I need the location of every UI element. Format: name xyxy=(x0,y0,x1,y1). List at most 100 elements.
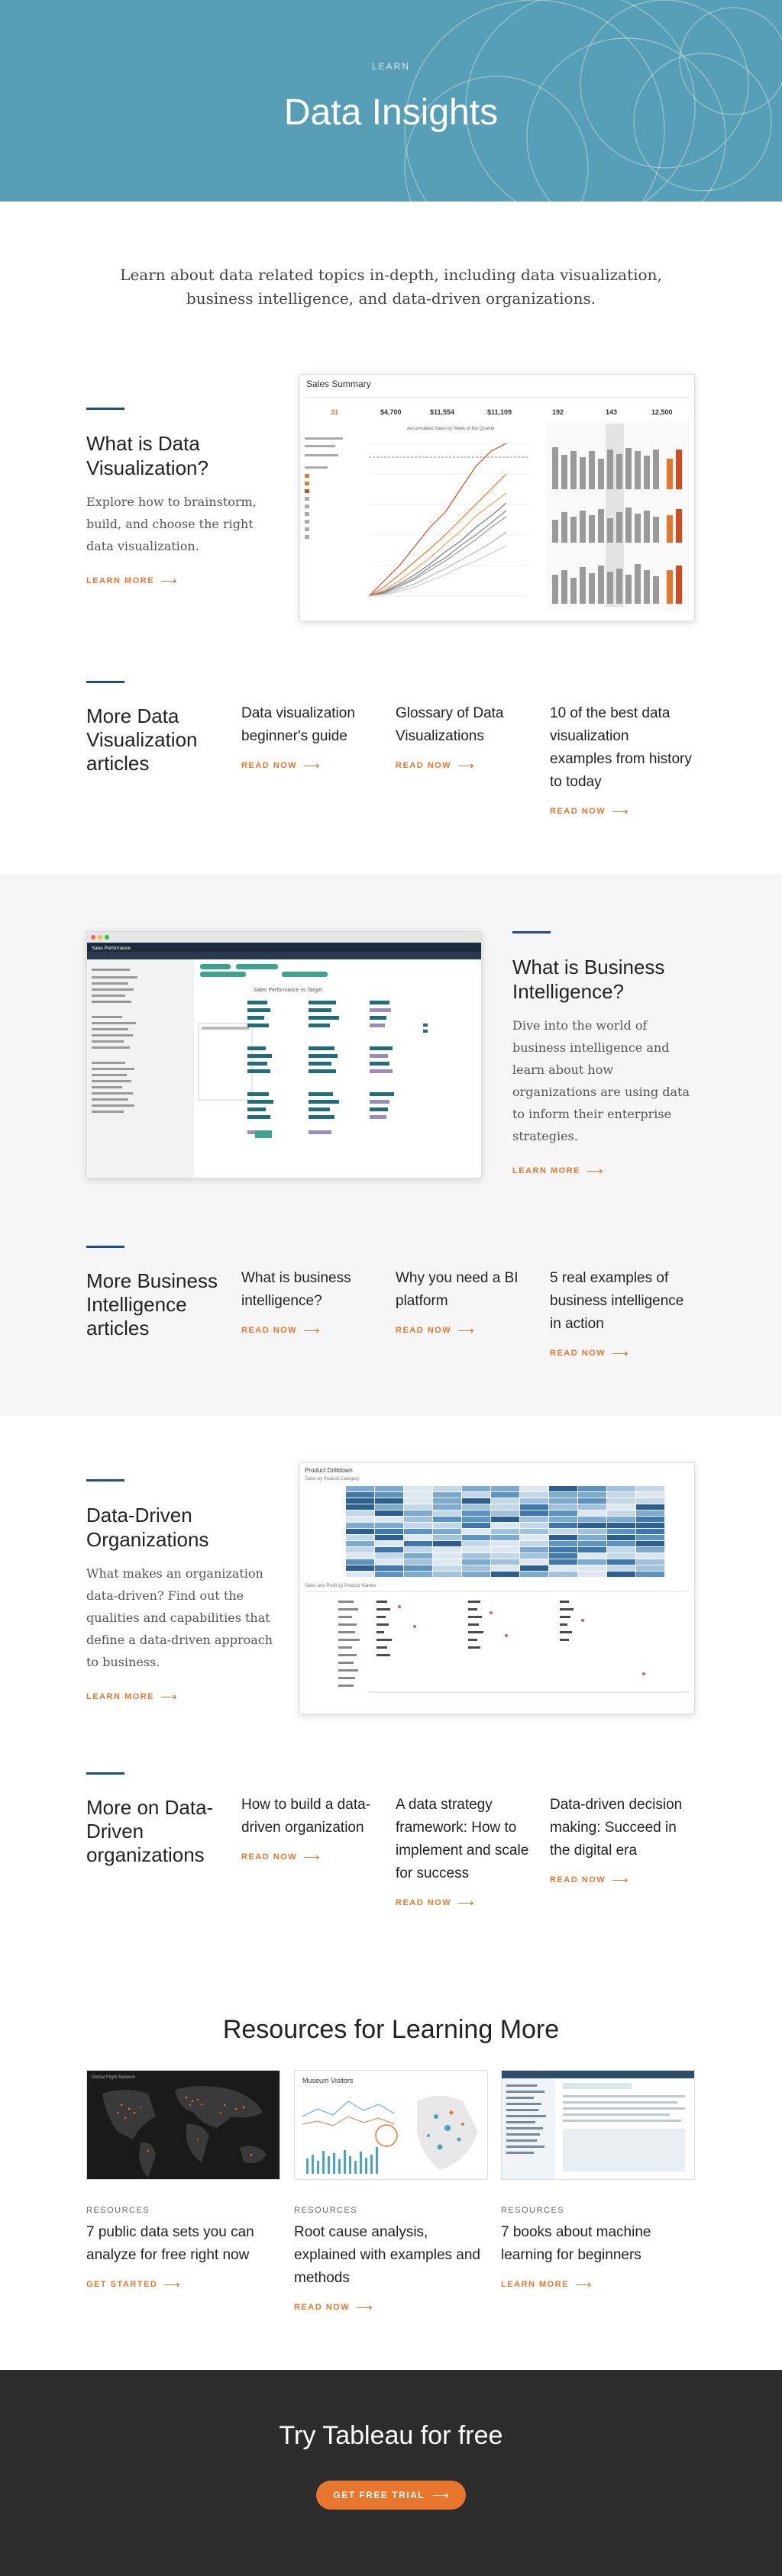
read-now-link[interactable]: READ NOW ⟶ xyxy=(550,1873,629,1887)
article-card[interactable]: What is business intelligence? READ NOW ⟶ xyxy=(241,1267,375,1337)
heat-cell xyxy=(636,1529,664,1534)
article-title: Why you need a BI platform xyxy=(396,1270,519,1309)
read-now-link[interactable]: READ NOW ⟶ xyxy=(396,1896,474,1910)
heat-cell xyxy=(607,1547,635,1552)
article-card[interactable]: A data strategy framework: How to implem… xyxy=(396,1794,541,1910)
article-card[interactable]: 10 of the best data visualization exampl… xyxy=(550,702,695,818)
article-card[interactable]: How to build a data-driven organization … xyxy=(241,1794,386,1864)
article-card[interactable]: Data visualization beginner's guide READ… xyxy=(241,702,375,772)
heat-cell xyxy=(346,1541,374,1546)
heat-cell xyxy=(549,1553,577,1559)
heat-cell xyxy=(346,1517,374,1522)
cta-label: READ NOW xyxy=(550,1875,606,1884)
read-now-link[interactable]: READ NOW ⟶ xyxy=(550,1346,629,1360)
resources-heading: Resources for Learning More xyxy=(222,2015,560,2044)
heat-cell xyxy=(462,1553,490,1559)
get-started-link[interactable]: GET STARTED ⟶ xyxy=(86,2278,180,2291)
cta-label: GET STARTED xyxy=(86,2280,158,2289)
heat-cell xyxy=(433,1504,461,1510)
kpi-4: $11,109 xyxy=(487,408,512,416)
heat-cell xyxy=(636,1559,664,1565)
cta-label: READ NOW xyxy=(241,761,298,770)
hero-banner: LEARN Data Insights xyxy=(0,0,782,202)
heat-cell xyxy=(375,1498,403,1504)
dataviz-learn-more-link[interactable]: LEARN MORE ⟶ xyxy=(86,574,176,588)
heat-cell xyxy=(607,1486,635,1491)
arrow-right-icon: ⟶ xyxy=(160,575,177,588)
article-card[interactable]: Data-driven decision making: Succeed in … xyxy=(550,1794,699,1887)
resource-card[interactable]: RESOURCES 7 books about machine learning… xyxy=(501,2070,695,2291)
get-free-trial-button[interactable]: GET FREE TRIAL ⟶ xyxy=(316,2481,466,2510)
kpi-5: 192 xyxy=(552,408,564,416)
article-title: Glossary of Data Visualizations xyxy=(396,705,504,744)
heat-cell xyxy=(636,1523,664,1528)
read-now-link[interactable]: READ NOW ⟶ xyxy=(294,2300,373,2314)
cta-label: READ NOW xyxy=(396,1326,452,1335)
arrow-right-icon: ⟶ xyxy=(586,1165,603,1178)
heat-cell xyxy=(491,1523,519,1528)
page-title: Data Insights xyxy=(283,92,499,133)
heat-cell xyxy=(578,1547,606,1552)
heat-cell xyxy=(346,1510,374,1516)
heat-cell xyxy=(607,1492,635,1498)
heat-cell xyxy=(520,1510,548,1516)
heat-cell xyxy=(549,1529,577,1534)
bi-screenshot: Sales Performance Sales Performance vs T… xyxy=(86,931,482,1178)
heat-cell xyxy=(346,1559,374,1565)
read-now-link[interactable]: READ NOW ⟶ xyxy=(241,759,320,772)
heat-cell xyxy=(433,1529,461,1534)
cta-label: LEARN MORE xyxy=(86,1692,154,1701)
heat-cell xyxy=(578,1498,606,1504)
article-card[interactable]: Why you need a BI platform READ NOW ⟶ xyxy=(396,1267,529,1337)
heat-cell xyxy=(462,1486,490,1491)
heat-cell xyxy=(636,1498,664,1504)
heat-cell xyxy=(433,1541,461,1546)
read-now-link[interactable]: READ NOW ⟶ xyxy=(241,1850,320,1864)
read-now-link[interactable]: READ NOW ⟶ xyxy=(241,1323,320,1337)
heat-cell xyxy=(607,1529,635,1534)
heat-cell xyxy=(375,1492,403,1498)
heat-cell xyxy=(433,1565,461,1571)
more-articles-heading: More on Data-Driven organizations xyxy=(86,1796,214,1866)
hero-eyebrow: LEARN xyxy=(371,61,410,72)
resource-kicker: RESOURCES xyxy=(294,2206,358,2215)
heat-cell xyxy=(462,1510,490,1516)
bi-learn-more-link[interactable]: LEARN MORE ⟶ xyxy=(512,1164,603,1178)
heat-cell xyxy=(346,1565,374,1571)
resource-card[interactable]: Museum Visitors RESOURCES Root cause ana… xyxy=(294,2070,488,2314)
bi-window-title: Sales Performance xyxy=(92,946,131,951)
sales-summary-screenshot: Sales Summary 31 $4,700 $11,554 $11,109 … xyxy=(299,374,695,621)
heat-cell xyxy=(636,1492,664,1498)
ddo-text: What makes an organization data-driven? … xyxy=(86,1566,273,1669)
section-rule xyxy=(86,1772,124,1775)
heat-cell xyxy=(346,1504,374,1510)
heat-cell xyxy=(404,1492,432,1498)
section-rule xyxy=(86,1479,124,1481)
heat-cell xyxy=(404,1553,432,1559)
cta-label: READ NOW xyxy=(241,1852,298,1862)
dataviz-title: What is Data Visualization? xyxy=(86,432,208,479)
heat-cell xyxy=(549,1559,577,1565)
heat-cell xyxy=(491,1498,519,1504)
heat-cell xyxy=(462,1541,490,1546)
heat-cell xyxy=(404,1498,432,1504)
article-card[interactable]: 5 real examples of business intelligence… xyxy=(550,1267,695,1360)
learn-more-link[interactable]: LEARN MORE ⟶ xyxy=(501,2278,591,2291)
heat-cell xyxy=(375,1486,403,1491)
cta-label: READ NOW xyxy=(241,1326,298,1335)
read-now-link[interactable]: READ NOW ⟶ xyxy=(396,1323,474,1337)
read-now-link[interactable]: READ NOW ⟶ xyxy=(550,804,629,818)
ddo-feature: Data-Driven Organizations What makes an … xyxy=(86,1479,277,1704)
article-card[interactable]: Glossary of Data Visualizations READ NOW… xyxy=(396,702,529,772)
section-rule xyxy=(86,1246,124,1248)
heat-cell xyxy=(404,1529,432,1534)
heat-cell xyxy=(433,1498,461,1504)
resource-card[interactable]: Global Flight Network RESOURCES 7 public… xyxy=(86,2070,280,2291)
arrow-right-icon: ⟶ xyxy=(457,1324,474,1337)
read-now-link[interactable]: READ NOW ⟶ xyxy=(396,759,474,772)
heat-cell xyxy=(607,1517,635,1522)
heat-cell xyxy=(404,1541,432,1546)
ddo-learn-more-link[interactable]: LEARN MORE ⟶ xyxy=(86,1690,176,1704)
heat-cell xyxy=(346,1492,374,1498)
heat-cell xyxy=(607,1510,635,1516)
